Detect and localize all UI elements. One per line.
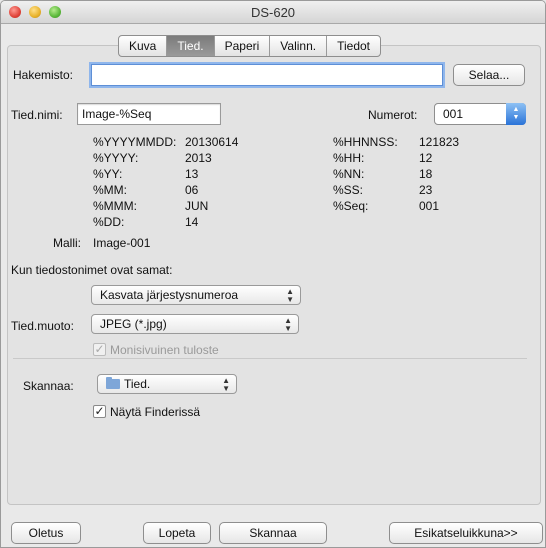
token-value: 14 xyxy=(185,215,199,229)
token-key: %NN: xyxy=(333,167,365,181)
section-divider xyxy=(13,358,527,359)
token-key: %DD: xyxy=(93,215,125,229)
tab-info[interactable]: Tiedot xyxy=(327,36,380,56)
tab-bar: Kuva Tied. Paperi Valinn. Tiedot xyxy=(118,35,381,57)
multipage-checkbox[interactable]: ✓ xyxy=(93,343,106,356)
token-value: 13 xyxy=(185,167,199,181)
token-key: %Seq: xyxy=(333,199,369,213)
show-in-finder-checkbox[interactable]: ✓ xyxy=(93,405,106,418)
filename-input[interactable]: Image-%Seq xyxy=(77,103,221,125)
same-name-label: Kun tiedostonimet ovat samat: xyxy=(11,263,173,277)
defaults-button[interactable]: Oletus xyxy=(11,522,81,544)
file-format-label: Tied.muoto: xyxy=(11,319,74,333)
token-key: %SS: xyxy=(333,183,364,197)
token-value: 20130614 xyxy=(185,135,239,149)
browse-button[interactable]: Selaa... xyxy=(453,64,525,86)
file-format-select[interactable]: JPEG (*.jpg) ▲ ▼ xyxy=(91,314,299,334)
preview-window-button[interactable]: Esikatseluikkuna>> xyxy=(389,522,543,544)
quit-button[interactable]: Lopeta xyxy=(143,522,211,544)
token-value: 001 xyxy=(419,199,440,213)
token-value: JUN xyxy=(185,199,209,213)
scanner-settings-window: DS-620 Kuva Tied. Paperi Valinn. Tiedot … xyxy=(0,0,546,548)
popup-arrows-icon: ▲ ▼ xyxy=(222,376,230,393)
tab-options[interactable]: Valinn. xyxy=(270,36,328,56)
tab-paper[interactable]: Paperi xyxy=(215,36,271,56)
scan-to-selected: Tied. xyxy=(124,377,151,391)
sample-label: Malli: xyxy=(53,236,82,250)
directory-label: Hakemisto: xyxy=(13,68,74,82)
token-key: %MMM: xyxy=(93,199,137,213)
multipage-label: Monisivuinen tuloste xyxy=(110,343,219,357)
token-key: %HHNNSS: xyxy=(333,135,398,149)
stepper-arrows-icon[interactable]: ▲ ▼ xyxy=(506,103,526,125)
token-key: %YY: xyxy=(93,167,123,181)
numbering-stepper[interactable]: 001 ▲ ▼ xyxy=(434,103,526,125)
same-name-selected: Kasvata järjestysnumeroa xyxy=(100,288,239,302)
token-key: %HH: xyxy=(333,151,365,165)
token-value: 18 xyxy=(419,167,433,181)
directory-input[interactable] xyxy=(91,64,443,86)
title-bar: DS-620 xyxy=(1,1,545,24)
token-key: %MM: xyxy=(93,183,127,197)
token-value: 23 xyxy=(419,183,433,197)
popup-arrows-icon: ▲ ▼ xyxy=(284,316,292,333)
token-key: %YYYY: xyxy=(93,151,139,165)
scan-to-label: Skannaa: xyxy=(23,379,74,393)
popup-arrows-icon: ▲ ▼ xyxy=(286,287,294,304)
token-value: 06 xyxy=(185,183,199,197)
show-in-finder-label: Näytä Finderissä xyxy=(110,405,201,419)
file-format-selected: JPEG (*.jpg) xyxy=(100,317,167,331)
numbering-value: 001 xyxy=(443,107,464,121)
same-name-select[interactable]: Kasvata järjestysnumeroa ▲ ▼ xyxy=(91,285,301,305)
scan-to-select[interactable]: Tied. ▲ ▼ xyxy=(97,374,237,394)
token-key: %YYYYMMDD: xyxy=(93,135,177,149)
tab-image[interactable]: Kuva xyxy=(119,36,168,56)
token-value: 12 xyxy=(419,151,433,165)
tab-file[interactable]: Tied. xyxy=(167,36,215,56)
filename-label: Tied.nimi: xyxy=(11,108,63,122)
token-value: 2013 xyxy=(185,151,212,165)
sample-value: Image-001 xyxy=(93,236,151,250)
token-value: 121823 xyxy=(419,135,460,149)
window-title: DS-620 xyxy=(250,5,296,20)
folder-icon xyxy=(106,377,120,389)
scan-button[interactable]: Skannaa xyxy=(219,522,327,544)
numbering-label: Numerot: xyxy=(368,108,418,122)
